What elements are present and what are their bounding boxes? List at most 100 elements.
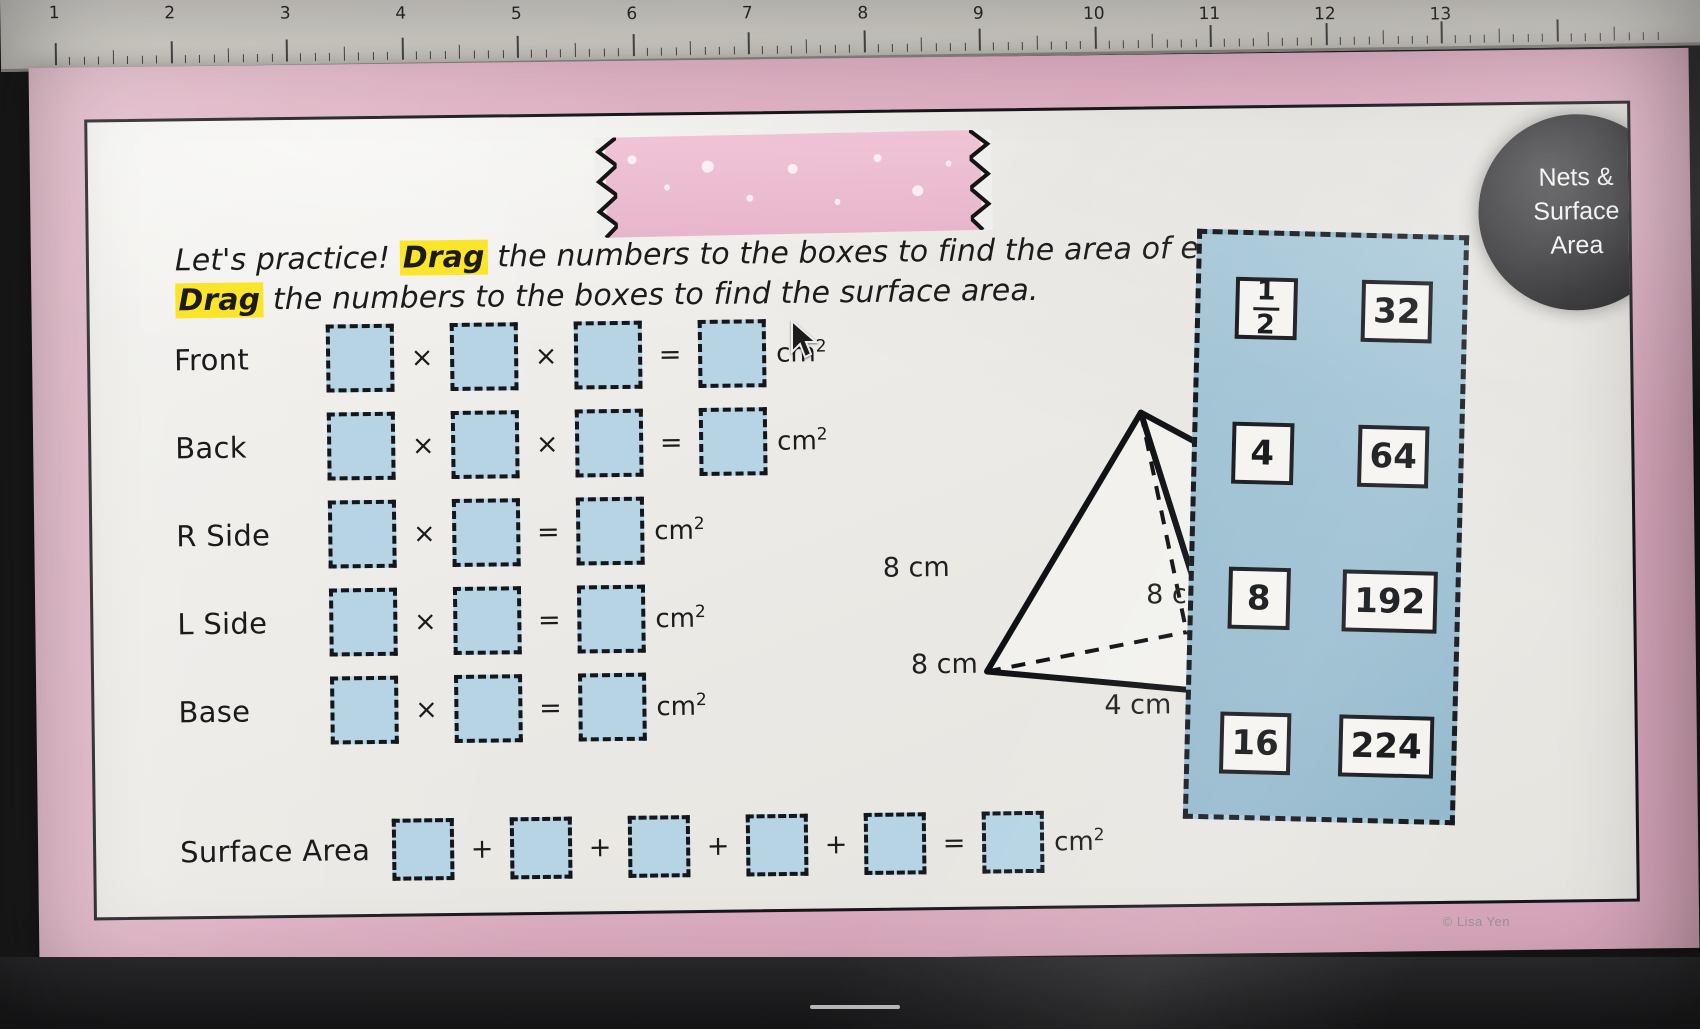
ruler-minor-tick [1382, 30, 1385, 45]
unit-exponent: 2 [693, 514, 705, 535]
drop-box-factor[interactable] [574, 408, 644, 478]
drop-box-addend[interactable] [391, 818, 455, 881]
ruler-minor-tick [1310, 37, 1312, 46]
washi-tape-decoration [594, 129, 994, 238]
ruler-minor-tick [1541, 33, 1543, 42]
ruler-minor-tick [1339, 36, 1341, 45]
drop-box-factor[interactable] [573, 320, 643, 390]
unit-label: cm2 [644, 514, 705, 546]
ruler-minor-tick [1022, 41, 1024, 50]
drop-box-result[interactable] [698, 407, 768, 477]
ruler-minor-tick [1657, 31, 1659, 40]
ruler-minor-tick [228, 48, 230, 63]
number-tile[interactable]: 4 [1230, 421, 1295, 485]
unit-exponent: 2 [816, 424, 828, 445]
ruler-minor-tick [545, 49, 547, 58]
drop-box-factor[interactable] [326, 411, 396, 481]
ruler-major-tick [54, 43, 58, 66]
drop-box-surface-area-total[interactable] [981, 810, 1045, 874]
ruler-minor-tick [805, 39, 807, 54]
drop-box-factor[interactable] [325, 323, 395, 393]
ruler-minor-tick [1354, 36, 1356, 45]
ruler-minor-tick [1267, 32, 1269, 47]
unit-text: cm [1053, 827, 1094, 858]
fraction-numerator: 1 [1256, 275, 1277, 307]
number-tile[interactable]: 32 [1360, 279, 1434, 344]
drop-box-result[interactable] [697, 319, 767, 389]
unit-text: cm [777, 426, 817, 457]
drop-box-factor[interactable] [452, 586, 522, 656]
ruler-minor-tick [920, 37, 923, 52]
ruler-minor-tick [935, 43, 937, 52]
ruler-minor-tick [718, 46, 721, 55]
ruler-minor-tick [1397, 36, 1399, 45]
operator-equals: = [658, 338, 682, 370]
drop-box-result[interactable] [576, 584, 646, 654]
ruler-minor-tick [617, 48, 620, 57]
drop-box-factor[interactable] [330, 675, 399, 745]
ruler-minor-tick [1498, 28, 1500, 43]
ruler-minor-tick [300, 53, 302, 62]
ruler-minor-tick [127, 55, 129, 65]
drop-box-factor[interactable] [451, 498, 521, 568]
drop-box-result[interactable] [575, 496, 645, 566]
ruler-minor-tick [1050, 41, 1053, 50]
face-row-back: Back × × = cm2 [175, 396, 828, 492]
drop-box-addend[interactable] [745, 813, 809, 877]
ruler-major-tick [863, 30, 866, 53]
badge-line-1: Nets & [1538, 163, 1614, 193]
ruler-minor-tick [964, 42, 966, 51]
ruler-minor-tick [1036, 35, 1038, 50]
drop-box-factor[interactable] [327, 499, 397, 569]
ruler-minor-tick [386, 51, 389, 60]
drop-box-factor[interactable] [454, 674, 523, 744]
unit-exponent: 2 [815, 336, 827, 357]
ruler-minor-tick [184, 55, 186, 64]
number-tile[interactable]: 64 [1356, 424, 1430, 488]
ruler-minor-tick [1281, 37, 1284, 46]
drop-box-result[interactable] [578, 672, 647, 742]
drop-box-factor[interactable] [328, 587, 398, 657]
ruler-number-label: 11 [1198, 3, 1221, 25]
face-row-r-side: R Side × = cm2 [176, 484, 829, 580]
number-tile[interactable]: 8 [1227, 566, 1291, 630]
ruler-minor-tick [1368, 36, 1370, 45]
ruler-minor-tick [1570, 33, 1572, 42]
number-tile[interactable]: 192 [1341, 568, 1438, 634]
face-row-base: Base × = cm2 [178, 660, 831, 756]
prism-label-2: 8 cm [910, 648, 979, 681]
operator-equals: = [538, 692, 562, 724]
ruler-minor-tick [343, 46, 345, 61]
tape-zigzag-left-icon [594, 137, 619, 238]
drop-box-addend[interactable] [863, 812, 927, 876]
ruler-minor-tick [1123, 40, 1125, 49]
prism-label-0: 8 cm [882, 551, 950, 584]
number-bank[interactable]: 1 2 32 4 64 8 192 16 224 [1182, 228, 1470, 826]
ruler-number-label: 3 [279, 3, 291, 24]
ruler-minor-tick [1411, 35, 1413, 44]
face-equation-rows: Front × × = cm2 Back × × = cm2 R Side × = cm2 L Side × =… [174, 308, 832, 756]
ruler-minor-tick [834, 44, 836, 53]
number-tile[interactable]: 224 [1337, 713, 1435, 779]
drop-box-factor[interactable] [449, 322, 519, 392]
number-tile[interactable]: 12 [1234, 275, 1298, 341]
ruler-minor-tick [1079, 41, 1081, 50]
ruler-minor-tick [1469, 34, 1471, 43]
ruler-minor-tick [199, 54, 201, 63]
bottom-bezel [0, 957, 1700, 1029]
ruler-minor-tick [430, 51, 432, 60]
drop-box-addend[interactable] [509, 816, 573, 880]
ruler-minor-tick [98, 56, 100, 65]
ruler-minor-tick [877, 44, 879, 53]
ruler-minor-tick [502, 50, 504, 59]
ruler-major-tick [1209, 24, 1212, 48]
number-tile[interactable]: 16 [1218, 710, 1292, 775]
drop-box-addend[interactable] [627, 815, 691, 878]
ruler-minor-tick [415, 51, 417, 60]
ruler-number-label: 2 [164, 3, 176, 24]
drop-box-factor[interactable] [450, 410, 520, 480]
fraction-denominator: 2 [1255, 308, 1276, 341]
unit-label: cm2 [645, 602, 706, 634]
ruler-minor-tick [675, 47, 677, 56]
surface-area-row: Surface Area + + + + = cm2 [180, 810, 1105, 883]
